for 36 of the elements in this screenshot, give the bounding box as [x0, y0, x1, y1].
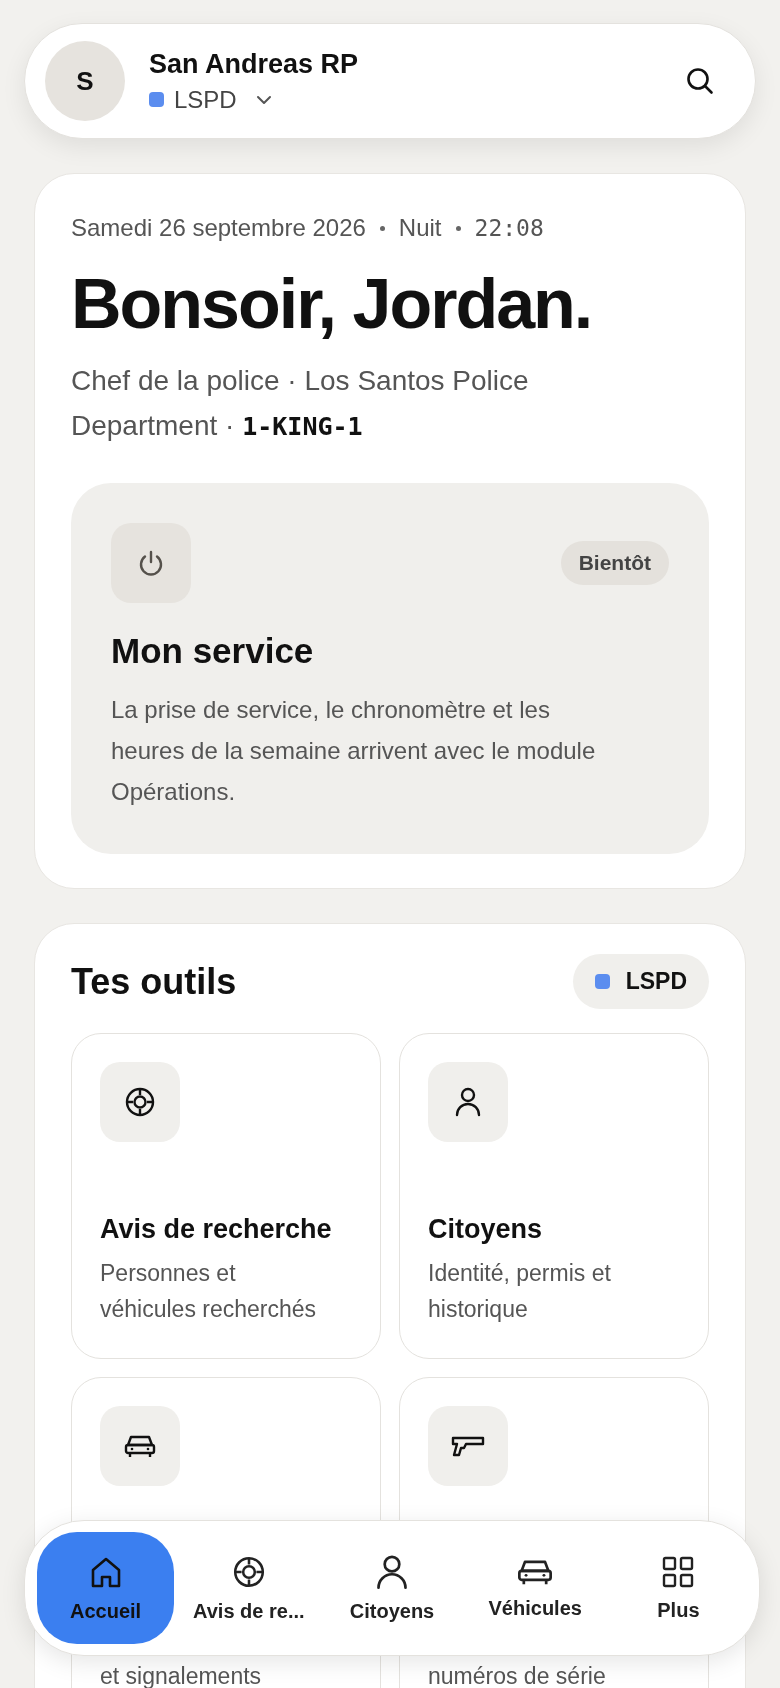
nav-tab[interactable]: Accueil	[37, 1532, 175, 1644]
section-title: Tes outils	[71, 960, 237, 1003]
period-text: Nuit	[398, 214, 442, 242]
tool-description: Personnes et véhicules recherchés	[100, 1259, 318, 1324]
car-icon	[123, 1433, 157, 1459]
organization-badge: LSPD	[572, 954, 709, 1009]
separator-dot-icon	[379, 225, 385, 231]
tool-title: Citoyens	[428, 1214, 544, 1245]
tool-description: Identité, permis et historique	[428, 1259, 612, 1324]
service-description: La prise de service, le chronomètre et les heures de la semaine arrivent avec le module Opérations.	[111, 695, 597, 807]
soon-badge: Bientôt	[560, 541, 669, 585]
service-title: Mon service	[111, 631, 315, 671]
tool-description: numéros de série	[428, 1662, 607, 1688]
separator-dot-icon	[455, 225, 461, 231]
role-text: Chef de la police · Los Santos Police Department · 1-KING-1	[71, 364, 530, 443]
crosshair-icon	[123, 1085, 157, 1119]
greeting-heading: Bonsoir, Jordan.	[71, 264, 593, 344]
date-text: Samedi 26 septembre 2026	[71, 214, 366, 242]
nav-tab[interactable]: Citoyens	[323, 1532, 461, 1644]
server-name: San Andreas RP	[149, 48, 360, 80]
time-text: 22:08	[474, 215, 544, 241]
nav-tab[interactable]: Véhicules	[466, 1532, 604, 1644]
pistol-icon	[450, 1434, 486, 1458]
avatar[interactable]: S	[45, 41, 125, 121]
organization-selector[interactable]: LSPD	[149, 85, 273, 114]
grid-icon	[661, 1554, 696, 1589]
person-icon	[375, 1553, 409, 1590]
tool-card[interactable]: Avis de recherche Personnes et véhicules recherchés	[71, 1033, 381, 1359]
person-icon	[453, 1086, 483, 1118]
tool-title: Avis de recherche	[100, 1214, 333, 1245]
tool-description: et signalements	[100, 1662, 263, 1688]
chevron-down-icon	[254, 93, 273, 106]
nav-tab[interactable]: Plus	[609, 1532, 747, 1644]
search-icon[interactable]	[685, 66, 715, 96]
nav-tab[interactable]: Avis de re...	[180, 1532, 318, 1644]
tool-card[interactable]: Citoyens Identité, permis et historique	[399, 1033, 709, 1359]
